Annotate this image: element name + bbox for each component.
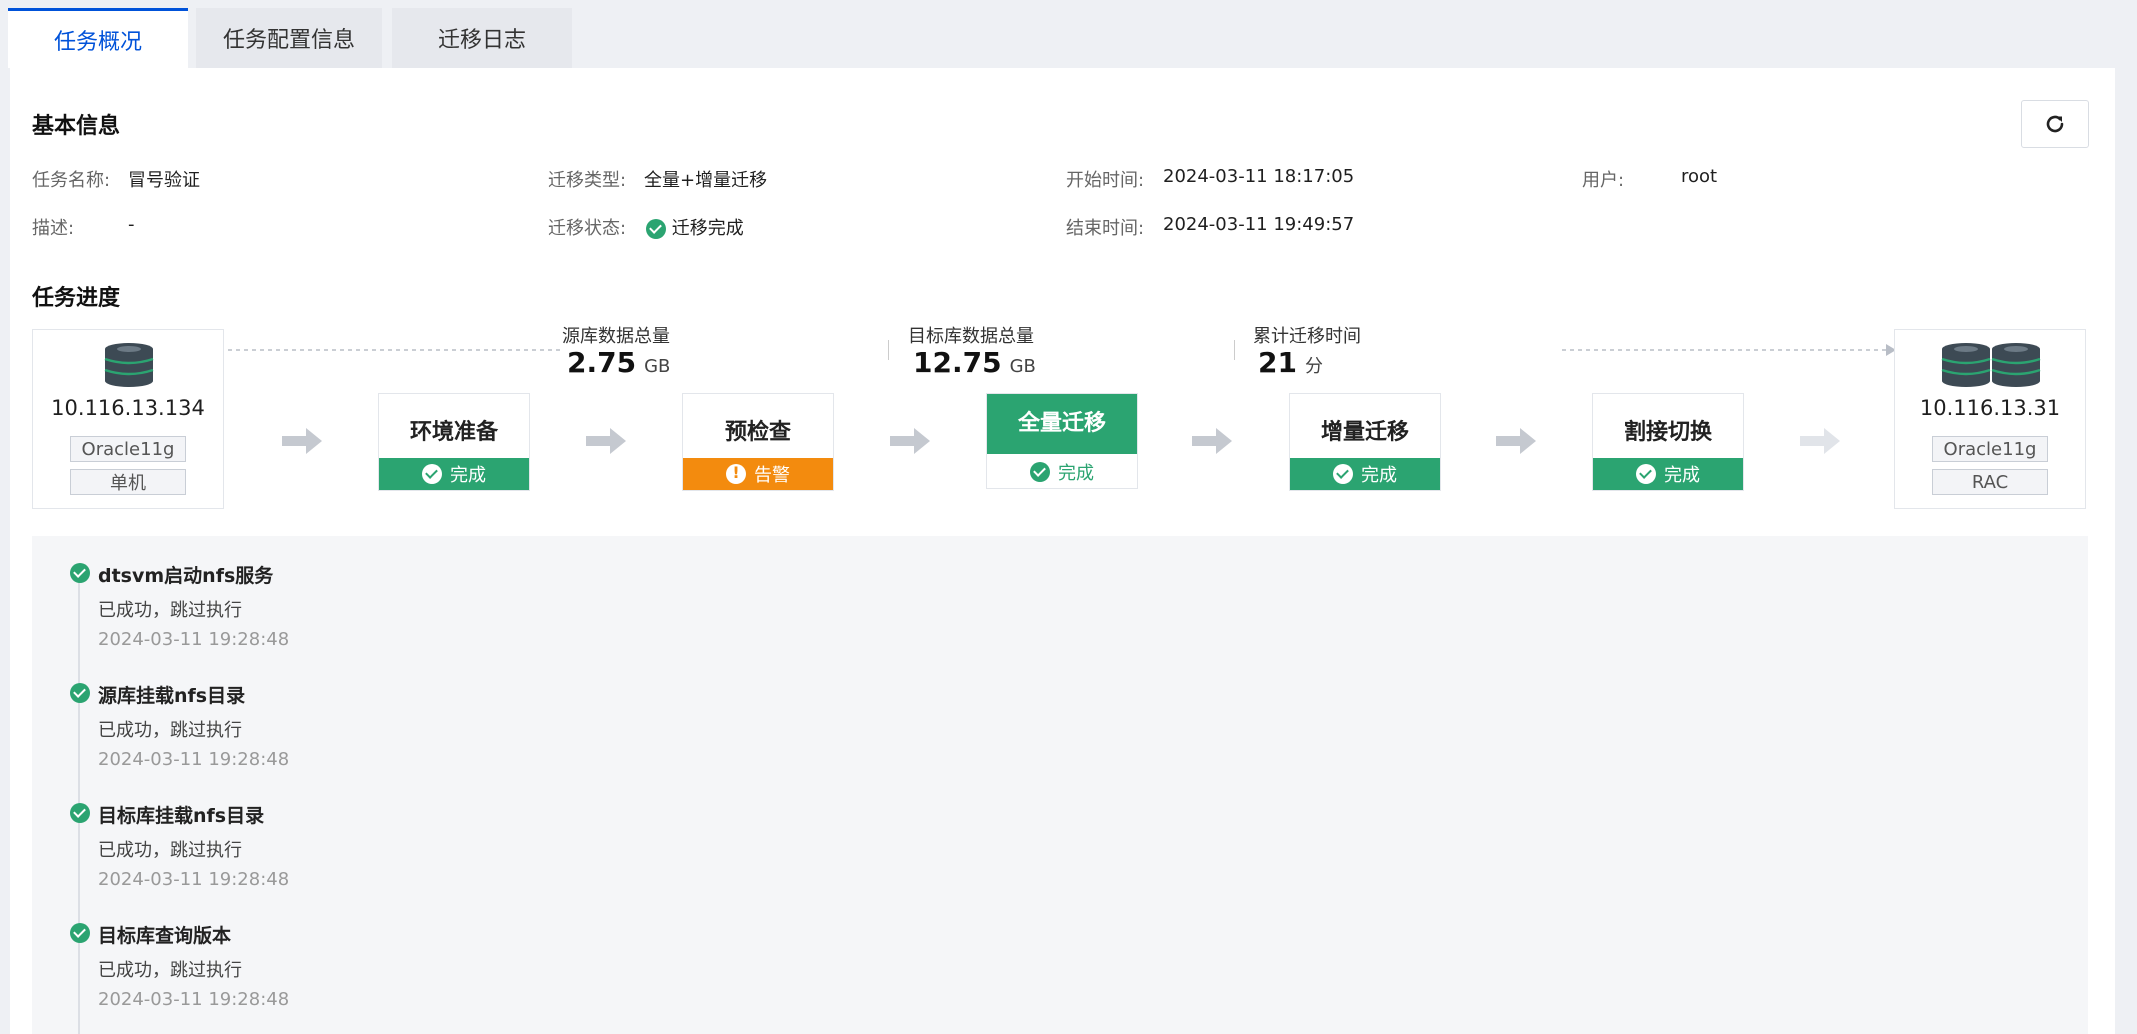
log-time: 2024-03-11 19:28:48 [98, 749, 290, 770]
success-icon [70, 923, 90, 943]
metric-value-time: 21 分 [1258, 346, 1323, 379]
arrow-right-icon [1496, 428, 1536, 454]
success-icon [1333, 464, 1353, 484]
step-status-badge: 完成 [987, 456, 1137, 488]
metric-number: 12.75 [913, 346, 1002, 379]
step-env-prep[interactable]: 环境准备 完成 [378, 393, 530, 491]
arrow-right-icon [1192, 428, 1232, 454]
step-status: 完成 [1361, 465, 1397, 486]
step-status-badge: 完成 [1593, 458, 1743, 490]
target-db-card: 10.116.13.31 Oracle11g RAC [1894, 329, 2086, 509]
success-icon [70, 803, 90, 823]
step-title: 预检查 [724, 420, 791, 445]
target-db-tag: Oracle11g [1932, 436, 2048, 462]
metric-number: 2.75 [567, 346, 637, 379]
target-ip: 10.116.13.31 [1919, 396, 2061, 420]
step-status-badge: 告警 [683, 458, 833, 490]
metric-value-source: 2.75 GB [567, 346, 670, 379]
log-title: 目标库查询版本 [98, 925, 232, 947]
step-status: 告警 [754, 465, 790, 486]
step-incremental-migration[interactable]: 增量迁移 完成 [1289, 393, 1441, 491]
success-icon [1030, 462, 1050, 482]
source-db-tag: Oracle11g [70, 436, 186, 462]
database-cluster-icon [1941, 343, 2041, 387]
log-title: dtsvm启动nfs服务 [98, 565, 274, 587]
log-time: 2024-03-11 19:28:48 [98, 869, 290, 890]
log-status: 已成功，跳过执行 [98, 960, 242, 981]
log-status: 已成功，跳过执行 [98, 600, 242, 621]
target-mode-tag: RAC [1932, 469, 2048, 495]
metric-label-source: 源库数据总量 [562, 326, 670, 347]
source-mode-tag: 单机 [70, 469, 186, 495]
metric-label-target: 目标库数据总量 [908, 326, 1034, 347]
step-status: 完成 [1664, 465, 1700, 486]
metric-unit: GB [644, 356, 671, 377]
step-cutover[interactable]: 割接切换 完成 [1592, 393, 1744, 491]
log-title: 源库挂载nfs目录 [98, 685, 246, 707]
step-log-panel [32, 536, 2088, 1034]
log-status: 已成功，跳过执行 [98, 720, 242, 741]
success-icon [1636, 464, 1656, 484]
metric-number: 21 [1258, 346, 1297, 379]
step-status-badge: 完成 [379, 458, 529, 490]
arrow-right-icon [282, 428, 322, 454]
database-icon [104, 343, 154, 387]
success-icon [422, 464, 442, 484]
log-title: 目标库挂载nfs目录 [98, 805, 265, 827]
log-time: 2024-03-11 19:28:48 [98, 989, 290, 1010]
step-status: 完成 [1058, 463, 1094, 484]
step-status-badge: 完成 [1290, 458, 1440, 490]
flow-dashed-lines [228, 344, 1896, 356]
arrow-right-icon [890, 428, 930, 454]
step-title: 割接切换 [1623, 420, 1712, 445]
arrow-right-icon [1800, 428, 1840, 454]
log-status: 已成功，跳过执行 [98, 840, 242, 861]
step-title: 环境准备 [409, 420, 498, 445]
step-title: 全量迁移 [987, 394, 1137, 454]
success-icon [70, 563, 90, 583]
log-time: 2024-03-11 19:28:48 [98, 629, 290, 650]
divider [888, 340, 889, 360]
step-title: 增量迁移 [1320, 420, 1409, 445]
warning-icon [726, 463, 746, 484]
arrow-right-icon [586, 428, 626, 454]
metric-unit: GB [1009, 356, 1036, 377]
step-status: 完成 [450, 465, 486, 486]
source-ip: 10.116.13.134 [51, 396, 205, 420]
success-icon [70, 683, 90, 703]
metric-label-time: 累计迁移时间 [1253, 326, 1361, 347]
step-full-migration[interactable]: 全量迁移 完成 [986, 393, 1138, 489]
metric-unit: 分 [1304, 356, 1323, 377]
source-db-card: 10.116.13.134 Oracle11g 单机 [32, 329, 224, 509]
step-precheck[interactable]: 预检查 告警 [682, 393, 834, 491]
divider [1234, 340, 1235, 360]
metric-value-target: 12.75 GB [913, 346, 1036, 379]
